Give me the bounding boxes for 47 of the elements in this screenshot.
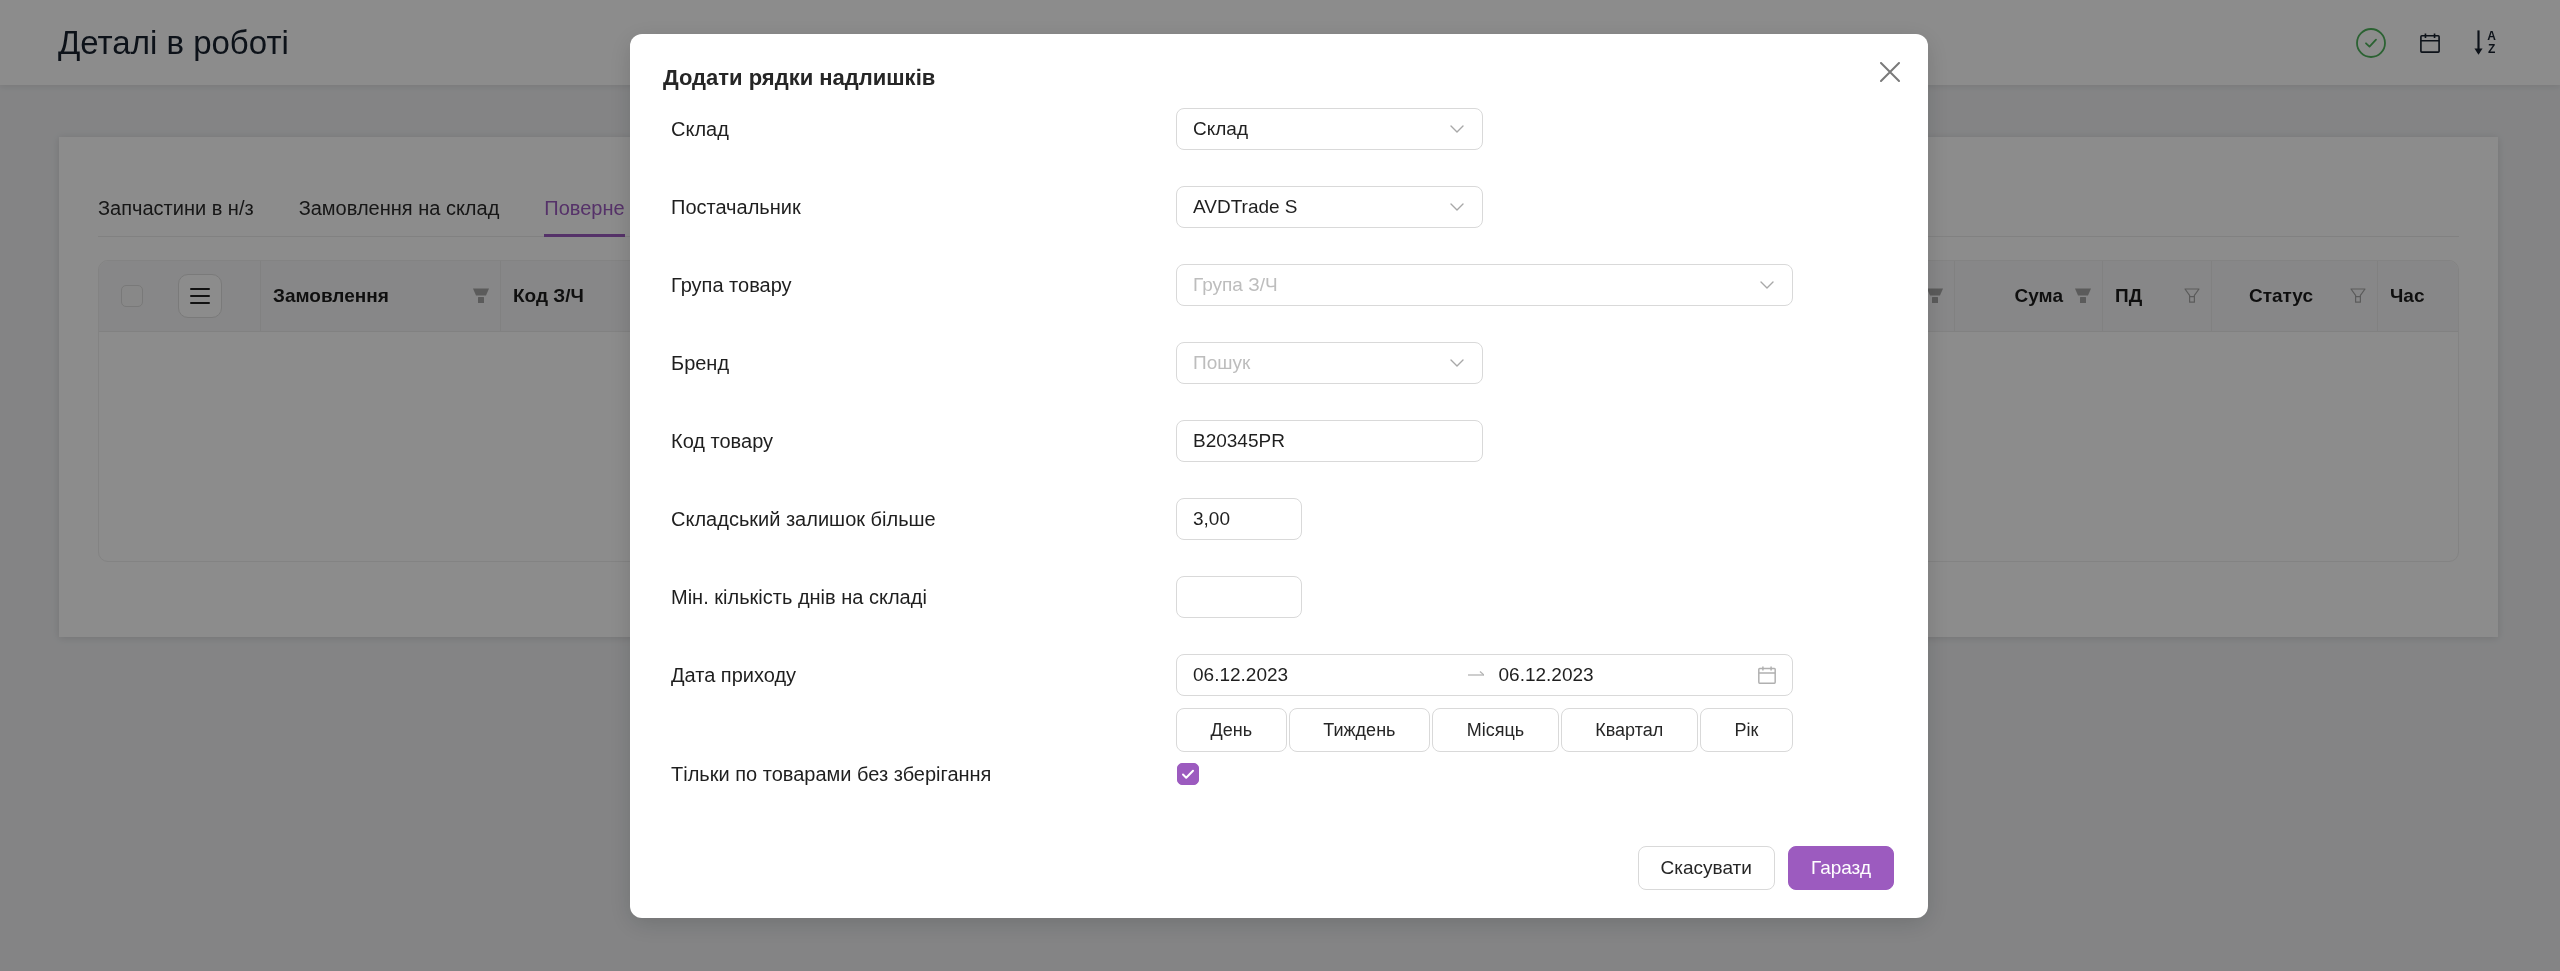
field-label: Складський залишок більше (671, 507, 937, 532)
chevron-down-icon (1450, 203, 1464, 211)
input-field[interactable] (1176, 576, 1302, 618)
column-menu-button[interactable] (178, 274, 222, 318)
field-label: Тільки по товарами без зберігання (671, 762, 993, 786)
tab[interactable]: Запчастини в н/з (98, 181, 254, 237)
field-label: Бренд (671, 351, 731, 376)
checkbox[interactable] (1177, 763, 1199, 785)
select-field[interactable]: AVDTrade S (1176, 186, 1483, 228)
date-range-field[interactable]: 06.12.2023 06.12.2023 (1176, 654, 1793, 696)
column-header: Час (2390, 285, 2425, 306)
period-button[interactable]: Квартал (1560, 708, 1698, 752)
field-label: Код товару (671, 429, 775, 454)
filter-icon[interactable] (1927, 288, 1943, 304)
close-icon[interactable] (1880, 62, 1900, 82)
field-label: Група товару (671, 273, 793, 298)
cancel-button[interactable]: Скасувати (1637, 846, 1775, 890)
period-button[interactable]: Тиждень (1288, 708, 1431, 752)
confirm-button[interactable]: Гаразд (1787, 846, 1894, 890)
input-field[interactable]: 3,00 (1176, 498, 1302, 540)
menu-icon (190, 287, 210, 305)
arrow-down-icon (2474, 29, 2484, 56)
check-circle-icon[interactable] (2356, 27, 2387, 58)
period-button[interactable]: Місяць (1432, 708, 1559, 752)
field-label: Постачальник (671, 195, 802, 220)
period-button[interactable]: День (1176, 708, 1287, 752)
column-header: Код З/Ч (513, 285, 584, 306)
chevron-down-icon (1760, 281, 1774, 289)
field-label: Склад (671, 117, 730, 142)
field-label: Мін. кількість днів на складі (671, 585, 928, 610)
filter-outline-icon[interactable] (2184, 288, 2200, 304)
dialog-title: Додати рядки надлишків (663, 64, 936, 92)
column-header: Замовлення (273, 285, 389, 306)
filter-outline-icon[interactable] (2350, 288, 2366, 304)
chevron-down-icon (1450, 359, 1464, 367)
field-label: Дата приходу (671, 663, 798, 688)
calendar-icon[interactable] (2420, 32, 2441, 53)
input-field[interactable]: B20345PR (1176, 420, 1483, 462)
column-header: Сума (2014, 285, 2063, 306)
column-header: ПД (2115, 285, 2143, 306)
tab[interactable]: Замовлення на склад (298, 181, 500, 237)
page-title: Деталі в роботі (58, 22, 289, 63)
chevron-down-icon (1450, 125, 1464, 133)
select-field[interactable]: Склад (1176, 108, 1483, 150)
period-button[interactable]: Рік (1699, 708, 1793, 752)
column-header: Статус (2248, 285, 2313, 306)
sort-button[interactable]: A Z (2474, 29, 2496, 56)
